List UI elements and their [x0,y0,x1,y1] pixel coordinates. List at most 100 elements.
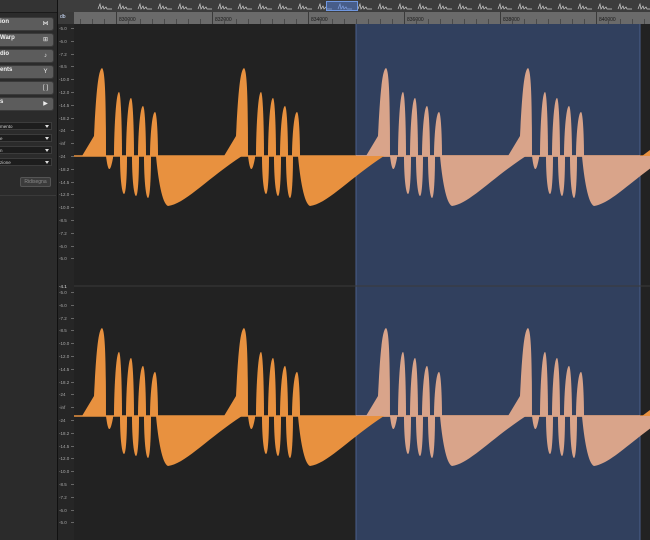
waveform-segment [280,366,288,416]
waveform-hit [82,68,242,206]
waveform-segment [150,112,158,156]
waveform-segment [224,68,248,156]
funnel-icon: Y [43,69,48,75]
chevron-down-icon [45,137,49,140]
beat-markers-button[interactable]: ion ⋈ [0,17,54,31]
waveform-segment [150,372,158,416]
dropdown-type[interactable]: e [0,134,52,142]
overview-wave-segment [97,2,112,10]
db-ruler: -5.0 -6.0 -7.2 -8.5 -10.0 -12.0 -14.5 -18.2 -24-… [58,12,75,540]
overview-wave-segment [197,2,212,10]
waveform-segment [274,416,281,456]
overview-wave-segment [557,2,572,10]
waveform-segment [248,156,255,170]
timeline-major-tick [212,12,213,24]
button-label: s [0,99,4,105]
inspector-panel: ion ⋈ Warp ⊞ dio ♪ ents Y [ ] s ▶ mento … [0,0,58,540]
overview-wave-segment [617,2,632,10]
waveform-segment [144,156,151,198]
overview-wave-segment [377,2,392,10]
warp-button[interactable]: Warp ⊞ [0,33,54,47]
waveform-segment [156,156,242,206]
overview-wave-segment [357,2,372,10]
overview-wave-segment [297,2,312,10]
overview-wave-segment [217,2,232,10]
timeline-major-tick [116,12,117,24]
redraw-button[interactable]: Ridisegna [20,177,51,187]
overview-wave-segment [477,2,492,10]
db-ruler-header: db [58,12,74,24]
overview-wave-segment [497,2,512,10]
waveform-segment [292,112,300,156]
waveform-segment [268,98,276,156]
waveform-segment [262,416,269,454]
divider [0,195,56,196]
audio-button[interactable]: dio ♪ [0,49,54,63]
dropdown-value: e [0,136,3,141]
overview-wave-segment [437,2,452,10]
waveform-segment [248,416,255,430]
beat-markers-icon: ⋈ [42,21,49,27]
waveform-segment [156,416,242,466]
overview-wave-segment [597,2,612,10]
waveform-segment [114,352,122,416]
waveform-segment [114,92,122,156]
overview-wave-segment [417,2,432,10]
waveform-segment [138,106,146,156]
overview-wave-segment [577,2,592,10]
dropdown-mode[interactable]: mento [0,122,52,130]
region-button[interactable]: [ ] [0,81,54,95]
transients-button[interactable]: ents Y [0,65,54,79]
button-label: ion [0,19,9,25]
timeline-major-tick [308,12,309,24]
overview-wave-segment [637,2,650,10]
waveform-segment [82,68,106,156]
waveform-segment [106,416,113,430]
waveform-segment [224,328,248,416]
waveform-segment [120,156,127,194]
waveform-display [74,24,650,540]
button-label: Warp [0,35,15,41]
waveform-segment [132,416,139,456]
channel-divider-label: -4.1 [59,284,67,289]
bracket-icon: [ ] [42,85,48,91]
overview-wave-segment [517,2,532,10]
timeline-major-tick [404,12,405,24]
overview-wave-segment [177,2,192,10]
button-label: ents [0,67,13,73]
play-circle-icon: ▶ [43,101,48,107]
audio-editor: ion ⋈ Warp ⊞ dio ♪ ents Y [ ] s ▶ mento … [0,0,650,540]
waveform-segment [642,150,650,156]
waveform-segment [274,156,281,196]
overview-wave-segment [157,2,172,10]
chevron-down-icon [45,161,49,164]
timeline-major-tick [596,12,597,24]
overview-wave-segment [137,2,152,10]
overview-wave-segment [117,2,132,10]
preview-button[interactable]: s ▶ [0,97,54,111]
waveform-area[interactable] [74,24,650,540]
waveform-segment [262,156,269,194]
waveform-segment [292,372,300,416]
waveform-segment [126,98,134,156]
db-unit-label: db [60,14,66,20]
dropdown-value: n [0,148,3,153]
waveform-segment [642,410,650,416]
waveform-segment [286,156,293,198]
overview-wave-segment [457,2,472,10]
dropdown-value: mento [0,124,13,129]
overview-wave-segment [257,2,272,10]
waveform-segment [106,156,113,170]
waveform-segment [268,358,276,416]
waveform-segment [126,358,134,416]
chevron-down-icon [45,149,49,152]
dropdown-resolution[interactable]: n [0,146,52,154]
dropdown-quantize[interactable]: zione [0,158,52,166]
warp-icon: ⊞ [42,37,49,43]
overview-view-rectangle[interactable] [326,1,358,11]
waveform-segment [256,92,264,156]
waveform-hit [82,328,242,466]
waveform-segment [280,106,288,156]
audio-file-icon: ♪ [44,53,47,59]
waveform-segment [144,416,151,458]
